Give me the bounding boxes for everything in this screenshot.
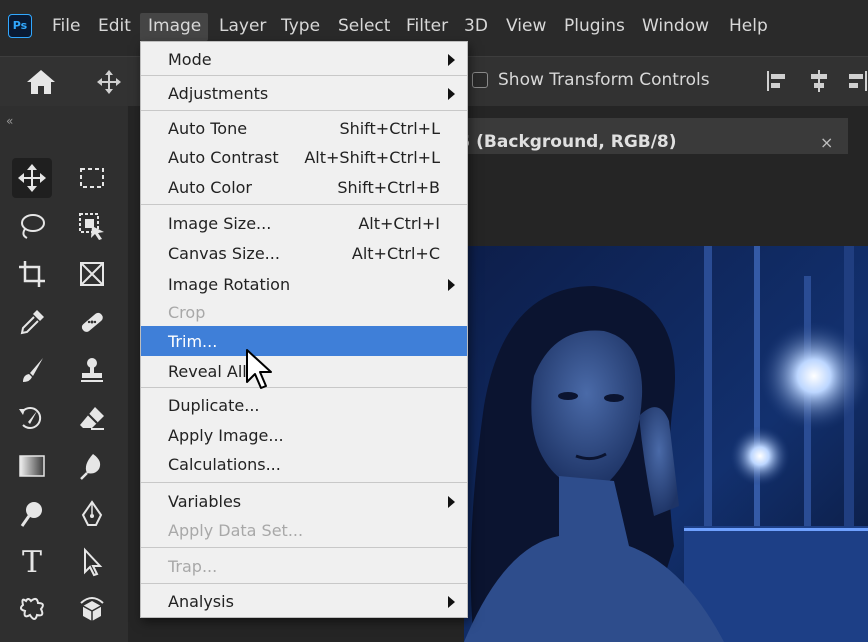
tab-close-icon[interactable]: ×: [820, 133, 833, 152]
menu-item-image-rotation[interactable]: Image Rotation: [141, 269, 467, 299]
menu-item-auto-tone[interactable]: Auto Tone Shift+Ctrl+L: [141, 113, 467, 143]
type-icon[interactable]: T: [12, 542, 52, 582]
menu-item-analysis[interactable]: Analysis: [141, 586, 467, 616]
menu-view[interactable]: View: [506, 16, 546, 36]
type-tool-glyph: T: [21, 544, 42, 580]
history-brush-icon[interactable]: [12, 398, 52, 438]
rectangular-marquee-icon[interactable]: [72, 158, 112, 198]
menu-item-auto-contrast[interactable]: Auto Contrast Alt+Shift+Ctrl+L: [141, 142, 467, 172]
menu-separator: [141, 387, 467, 388]
menu-image[interactable]: Image: [148, 16, 201, 36]
frame-icon[interactable]: [72, 254, 112, 294]
toolbox: « T: [0, 106, 128, 642]
submenu-arrow-icon: [448, 279, 455, 291]
show-transform-label: Show Transform Controls: [498, 70, 710, 90]
menu-item-mode[interactable]: Mode: [141, 44, 467, 74]
shortcut-label: Shift+Ctrl+L: [339, 119, 440, 138]
move-tool-icon[interactable]: [12, 158, 52, 198]
toolbox-collapse-icon[interactable]: «: [6, 114, 13, 128]
menu-item-apply-image[interactable]: Apply Image...: [141, 420, 467, 450]
menu-separator: [141, 547, 467, 548]
document-tab[interactable]: Ś (Background, RGB/8) ×: [458, 118, 848, 154]
menu-type[interactable]: Type: [281, 16, 320, 36]
document-tab-title: Ś (Background, RGB/8): [458, 132, 677, 152]
submenu-arrow-icon: [448, 496, 455, 508]
menu-separator: [141, 204, 467, 205]
menu-item-calculations[interactable]: Calculations...: [141, 449, 467, 479]
home-icon[interactable]: [24, 67, 58, 97]
gradient-icon[interactable]: [12, 446, 52, 486]
menu-edit[interactable]: Edit: [98, 16, 131, 36]
menu-item-trim[interactable]: Trim...: [141, 326, 467, 356]
menu-item-trap: Trap...: [168, 557, 218, 576]
menu-item-reveal-all[interactable]: Reveal All: [141, 356, 467, 386]
menu-item-apply-data-set: Apply Data Set...: [168, 521, 304, 540]
menu-select[interactable]: Select: [338, 16, 390, 36]
menu-filter[interactable]: Filter: [406, 16, 448, 36]
menu-help[interactable]: Help: [729, 16, 768, 36]
brush-icon[interactable]: [12, 350, 52, 390]
blur-icon[interactable]: [72, 446, 112, 486]
clone-stamp-icon[interactable]: [72, 350, 112, 390]
align-right-icon[interactable]: [846, 67, 868, 95]
menu-plugins[interactable]: Plugins: [564, 16, 625, 36]
shortcut-label: Alt+Ctrl+I: [358, 214, 440, 233]
shortcut-label: Alt+Shift+Ctrl+L: [304, 148, 440, 167]
menu-item-variables[interactable]: Variables: [141, 486, 467, 516]
menu-3d[interactable]: 3D: [464, 16, 488, 36]
eraser-icon[interactable]: [72, 398, 112, 438]
pen-icon[interactable]: [72, 494, 112, 534]
canvas-photo[interactable]: [464, 246, 868, 642]
shortcut-label: Shift+Ctrl+B: [337, 178, 440, 197]
path-selection-icon[interactable]: [72, 542, 112, 582]
image-menu-dropdown: Mode Adjustments Auto Tone Shift+Ctrl+L …: [140, 41, 468, 618]
custom-shape-icon[interactable]: [12, 590, 52, 630]
menu-item-auto-color[interactable]: Auto Color Shift+Ctrl+B: [141, 172, 467, 202]
menu-separator: [141, 583, 467, 584]
shortcut-label: Alt+Ctrl+C: [351, 244, 440, 263]
move-tool-icon[interactable]: [96, 69, 122, 95]
menu-item-duplicate[interactable]: Duplicate...: [141, 390, 467, 420]
photoshop-logo-icon: Ps: [8, 14, 32, 38]
lasso-icon[interactable]: [12, 206, 52, 246]
submenu-arrow-icon: [448, 596, 455, 608]
dodge-icon[interactable]: [12, 494, 52, 534]
healing-brush-icon[interactable]: [72, 302, 112, 342]
align-left-icon[interactable]: [764, 67, 790, 95]
menu-item-canvas-size[interactable]: Canvas Size... Alt+Ctrl+C: [141, 238, 467, 268]
submenu-arrow-icon: [448, 54, 455, 66]
menu-item-image-size[interactable]: Image Size... Alt+Ctrl+I: [141, 208, 467, 238]
menu-separator: [141, 75, 467, 76]
menu-item-crop: Crop: [168, 303, 206, 322]
3d-rotate-icon[interactable]: [72, 590, 112, 630]
eyedropper-icon[interactable]: [12, 302, 52, 342]
crop-icon[interactable]: [12, 254, 52, 294]
align-center-icon[interactable]: [806, 67, 832, 95]
menu-item-adjustments[interactable]: Adjustments: [141, 78, 467, 108]
menu-separator: [141, 482, 467, 483]
submenu-arrow-icon: [448, 88, 455, 100]
mouse-cursor-icon: [246, 349, 272, 389]
menu-window[interactable]: Window: [642, 16, 709, 36]
object-selection-icon[interactable]: [72, 206, 112, 246]
menu-layer[interactable]: Layer: [219, 16, 266, 36]
show-transform-checkbox[interactable]: [472, 72, 488, 88]
menu-file[interactable]: File: [52, 16, 80, 36]
menu-separator: [141, 110, 467, 111]
